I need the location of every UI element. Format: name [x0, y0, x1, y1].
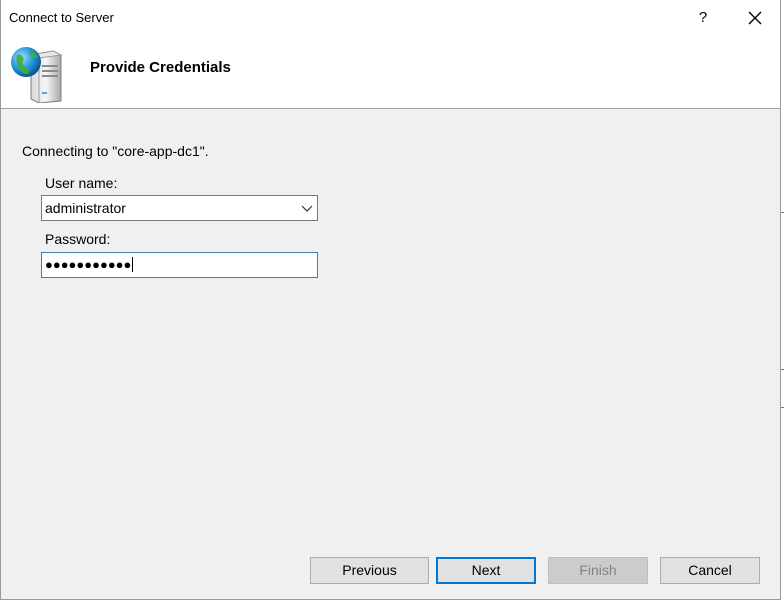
title-bar: Connect to Server ?	[1, 0, 780, 36]
cancel-button[interactable]: Cancel	[660, 557, 760, 584]
wizard-header: Provide Credentials	[1, 36, 780, 109]
password-dots: ●●●●●●●●●●●	[45, 257, 132, 272]
previous-button[interactable]: Previous	[310, 557, 429, 584]
help-button[interactable]: ?	[689, 6, 717, 30]
chevron-down-icon[interactable]	[301, 204, 313, 214]
password-label: Password:	[45, 231, 111, 247]
wizard-footer: Previous Next Finish Cancel	[1, 548, 780, 599]
next-button[interactable]: Next	[436, 557, 536, 584]
close-button[interactable]	[741, 6, 769, 30]
close-icon	[748, 11, 762, 25]
page-title: Provide Credentials	[90, 59, 231, 76]
connect-to-server-dialog: Connect to Server ? Provide Credentials …	[0, 0, 781, 600]
password-masked-value: ●●●●●●●●●●●	[45, 257, 134, 273]
server-globe-icon	[11, 47, 63, 103]
finish-button: Finish	[548, 557, 648, 584]
password-field[interactable]: ●●●●●●●●●●●	[41, 252, 318, 278]
username-combobox[interactable]: administrator	[41, 195, 318, 221]
text-caret	[132, 257, 134, 272]
window-title: Connect to Server	[9, 10, 114, 25]
username-value: administrator	[45, 200, 126, 216]
credentials-panel: Connecting to "core-app-dc1". User name:…	[1, 110, 780, 548]
username-label: User name:	[45, 175, 118, 191]
connecting-message: Connecting to "core-app-dc1".	[22, 143, 209, 159]
